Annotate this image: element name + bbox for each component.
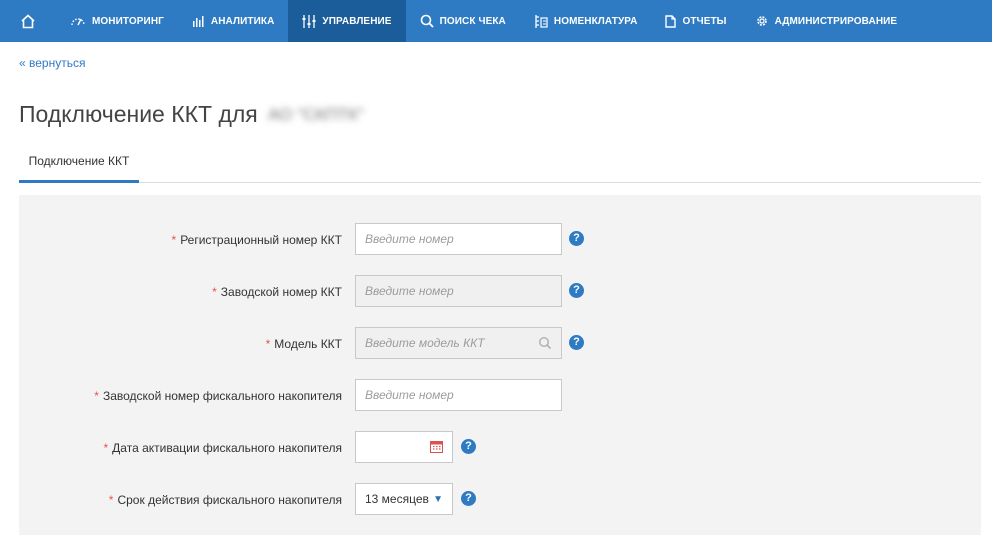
kkt-model-input[interactable] — [355, 327, 562, 359]
required-mark: * — [171, 233, 177, 247]
required-mark: * — [265, 337, 271, 351]
help-icon[interactable]: ? — [461, 439, 476, 454]
help-icon[interactable]: ? — [569, 283, 584, 298]
nav-item-receipt-search[interactable]: Поиск чека — [406, 0, 520, 42]
nav-item-label: Поиск чека — [439, 15, 506, 27]
form-row-registration-number: *Регистрационный номер ККТ ? — [19, 223, 981, 257]
required-mark: * — [212, 285, 217, 299]
help-icon[interactable]: ? — [569, 231, 584, 246]
nav-item-reports[interactable]: Отчеты — [651, 0, 740, 42]
field-label: * Срок действия фискального накопителя — [109, 483, 342, 517]
form-row-kkt-model: *Модель ККТ ? — [19, 327, 981, 361]
required-mark: * — [103, 441, 109, 455]
required-mark: * — [94, 389, 99, 403]
tab-kkt-connection[interactable]: Подключение ККТ — [19, 141, 139, 183]
nav-item-label: Управление — [322, 15, 392, 27]
fn-validity-period-select[interactable]: 13 месяцев ▼ — [355, 483, 453, 515]
form-row-fn-activation-date: * Дата активации фискального накопителя ? — [19, 431, 981, 465]
back-link[interactable]: « вернуться — [19, 56, 85, 70]
field-label-text: Срок действия фискального накопителя — [117, 493, 342, 507]
nav-item-management[interactable]: Управление — [288, 0, 406, 42]
nav-item-nomenclature[interactable]: Номенклатура — [520, 0, 652, 42]
sliders-icon — [302, 14, 316, 28]
field-label-text: Заводской номер фискального накопителя — [102, 389, 342, 403]
home-button[interactable] — [0, 0, 56, 42]
help-icon[interactable]: ? — [461, 491, 476, 506]
catalog-icon — [534, 14, 548, 28]
page-title: Подключение ККТ для АО "СКПТК" — [19, 101, 364, 128]
field-label-text: Модель ККТ — [274, 337, 342, 351]
organization-name: АО "СКПТК" — [268, 105, 364, 124]
field-label: * Дата активации фискального накопителя — [104, 431, 343, 465]
field-label: * Модель ККТ — [266, 327, 342, 361]
nav-item-monitoring[interactable]: Мониторинг — [56, 0, 178, 42]
required-mark: * — [108, 493, 114, 507]
document-icon — [665, 14, 677, 28]
field-label: * Регистрационный номер ККТ — [172, 223, 342, 257]
fn-serial-number-input[interactable] — [355, 379, 562, 411]
home-icon — [21, 13, 35, 28]
nav-item-label: Номенклатура — [553, 15, 638, 27]
field-label: * Заводской номер ККТ — [212, 275, 342, 309]
tab-bar: Подключение ККТ — [19, 141, 981, 183]
help-icon[interactable]: ? — [569, 335, 584, 350]
nav-item-label: Мониторинг — [92, 15, 164, 27]
gauge-icon — [70, 15, 86, 27]
field-label-text: Заводской номер ККТ — [220, 285, 342, 299]
nav-item-administration[interactable]: Администрирование — [741, 0, 912, 42]
nav-item-label: Аналитика — [210, 15, 275, 27]
serial-number-input[interactable] — [355, 275, 562, 307]
nav-item-label: Отчеты — [682, 15, 727, 27]
calendar-icon[interactable] — [430, 440, 443, 458]
search-icon[interactable] — [538, 336, 552, 355]
kkt-connection-form: *Регистрационный номер ККТ ? *Заводской … — [19, 195, 981, 535]
top-navigation-bar: Мониторинг Аналитика Управление Поиск че… — [0, 0, 992, 42]
select-value: 13 месяцев — [365, 492, 429, 506]
search-icon — [420, 14, 434, 28]
registration-number-input[interactable] — [355, 223, 562, 255]
field-label-text: Регистрационный номер ККТ — [180, 233, 342, 247]
page-title-text: Подключение ККТ для — [19, 101, 258, 127]
gear-icon — [755, 14, 769, 28]
nav-item-label: Администрирование — [774, 15, 898, 27]
form-row-fn-serial-number: * Заводской номер фискального накопителя — [19, 379, 981, 413]
bar-chart-icon — [192, 15, 205, 27]
field-label-text: Дата активации фискального накопителя — [112, 441, 342, 455]
form-row-fn-validity-period: * Срок действия фискального накопителя 13… — [19, 483, 981, 517]
field-label: * Заводской номер фискального накопителя — [94, 379, 342, 413]
form-row-serial-number: *Заводской номер ККТ ? — [19, 275, 981, 309]
nav-item-analytics[interactable]: Аналитика — [178, 0, 289, 42]
chevron-down-icon: ▼ — [433, 493, 443, 505]
